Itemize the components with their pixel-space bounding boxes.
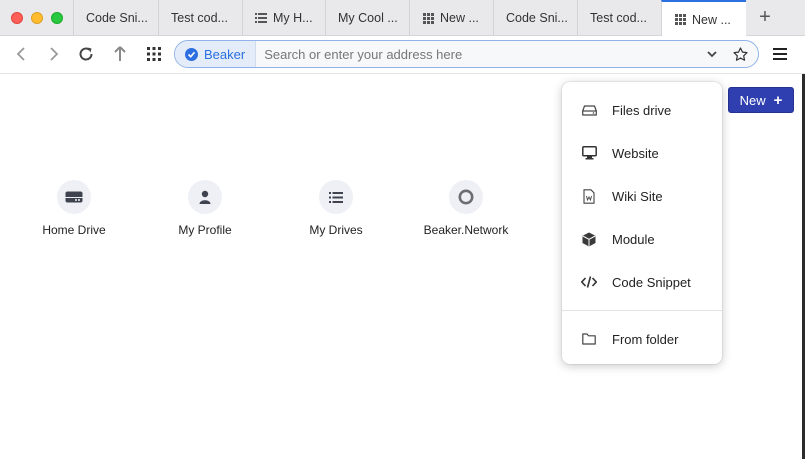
speed-dial-my-drives[interactable]: My Drives [281,180,391,237]
speed-dial-my-profile[interactable]: My Profile [150,180,260,237]
tab-label: New ... [692,12,731,27]
site-badge-label: Beaker [204,46,246,62]
tab-new-1[interactable]: New ... [409,0,493,36]
close-window-button[interactable] [11,12,23,24]
menu-item-module[interactable]: Module [562,221,722,257]
plus-icon: + [773,91,783,109]
back-button[interactable] [9,42,33,66]
cube-icon [581,231,597,247]
chevron-down-icon[interactable] [702,44,722,64]
tab-label: Test cod... [171,11,228,25]
menu-item-label: Files drive [612,102,672,118]
url-input[interactable] [256,46,702,62]
tab-test-code-1[interactable]: Test cod... [158,0,242,36]
monitor-icon [581,145,597,161]
speed-dial-label: My Profile [178,223,232,237]
speed-dial-label: Beaker.Network [423,223,509,237]
tab-code-snippet-1[interactable]: Code Sni... [73,0,158,36]
tab-label: New ... [440,11,479,25]
hard-drive-icon [581,102,597,118]
toolbar: Beaker [0,36,805,74]
check-circle-icon [185,47,198,61]
new-button[interactable]: New + [728,87,794,113]
address-bar[interactable]: Beaker [174,40,759,68]
forward-button[interactable] [42,42,66,66]
tab-my-cool[interactable]: My Cool ... [325,0,409,36]
tab-label: My Cool ... [338,11,398,25]
menu-item-label: Wiki Site [612,188,663,204]
new-menu: Files drive Website Wiki Site Module Cod… [562,82,722,364]
reload-icon [79,47,93,61]
menu-divider [562,310,722,311]
user-icon [188,180,222,214]
site-badge[interactable]: Beaker [175,41,257,67]
menu-button[interactable] [768,42,792,66]
tab-label: Code Sni... [506,11,568,25]
speed-dial-home-drive[interactable]: Home Drive [19,180,129,237]
grid-icon [147,47,161,61]
menu-item-label: From folder [612,331,679,347]
menu-item-label: Module [612,231,655,247]
menu-item-from-folder[interactable]: From folder [562,321,722,357]
tab-code-snippet-2[interactable]: Code Sni... [493,0,577,36]
zoom-window-button[interactable] [51,12,63,24]
ring-icon [449,180,483,214]
speed-dial-label: My Drives [309,223,363,237]
list-icon [255,12,267,24]
menu-item-label: Website [612,145,659,161]
menu-item-code-snippet[interactable]: Code Snippet [562,264,722,300]
tab-my-home[interactable]: My H... [242,0,325,36]
speed-dial-label: Home Drive [42,223,106,237]
code-icon [581,274,597,290]
minimize-window-button[interactable] [31,12,43,24]
apps-button[interactable] [142,42,166,66]
new-tab-button[interactable]: + [752,6,778,30]
grid-icon [422,12,434,24]
tab-label: Test cod... [590,11,647,25]
menu-item-files-drive[interactable]: Files drive [562,92,722,128]
folder-icon [581,331,597,347]
chevron-left-icon [16,47,25,61]
reload-button[interactable] [74,42,98,66]
grid-icon [674,14,686,26]
menu-item-wiki-site[interactable]: Wiki Site [562,178,722,214]
tab-label: Code Sni... [86,11,148,25]
star-icon[interactable] [730,44,750,64]
chevron-right-icon [50,47,59,61]
up-button[interactable] [108,42,132,66]
tab-test-code-2[interactable]: Test cod... [577,0,661,36]
tab-strip: Code Sni... Test cod... My H... My Cool … [0,0,805,37]
wiki-file-icon [581,188,597,204]
list-icon [319,180,353,214]
tab-label: My H... [273,11,313,25]
menu-item-label: Code Snippet [612,274,691,290]
speed-dial-beaker-network[interactable]: Beaker.Network [411,180,521,237]
new-button-label: New [739,92,766,108]
tab-new-active[interactable]: New ... [661,0,746,37]
menu-item-website[interactable]: Website [562,135,722,171]
arrow-up-icon [114,46,126,61]
hard-drive-icon [57,180,91,214]
hamburger-icon [773,48,787,60]
